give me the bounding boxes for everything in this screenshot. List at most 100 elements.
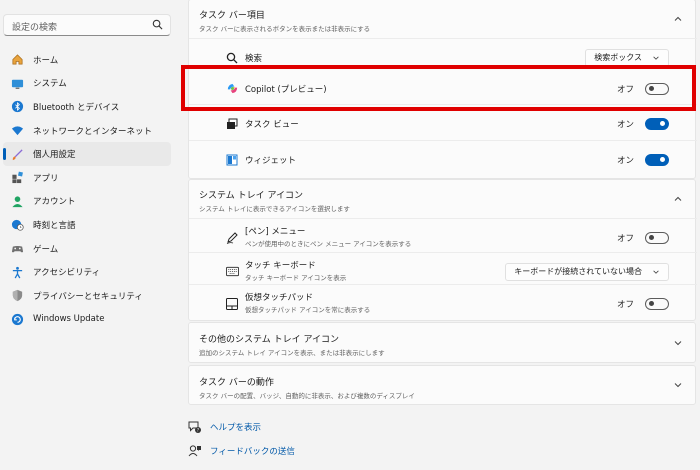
sidebar-item-label: ネットワークとインターネット bbox=[33, 126, 153, 137]
section-title: タスク バーの動作 bbox=[199, 378, 274, 388]
widgets-row: ウィジェット オン bbox=[189, 140, 697, 178]
touchpad-toggle-group: オフ bbox=[616, 297, 669, 310]
pen-toggle-group: オフ bbox=[617, 231, 669, 244]
toggle-state-text: オン bbox=[616, 119, 634, 130]
touch-keyboard-label: タッチ キーボード bbox=[245, 261, 316, 271]
taskview-label: タスク ビュー bbox=[245, 119, 299, 130]
keyboard-icon bbox=[225, 265, 239, 279]
sidebar-nav: ホーム システム Bluetooth とデバイス ネットワークとインターネット … bbox=[3, 48, 171, 331]
touch-keyboard-description: タッチ キーボード アイコンを表示 bbox=[245, 274, 347, 282]
sidebar-item-label: Bluetooth とデバイス bbox=[33, 102, 120, 113]
chevron-down-icon bbox=[674, 383, 682, 388]
sidebar: 設定の検索 ホーム システム Bluetooth とデバイス ネットワークとイン… bbox=[0, 0, 180, 470]
pen-icon bbox=[225, 231, 239, 245]
globe-clock-icon bbox=[10, 218, 24, 232]
search-placeholder: 設定の検索 bbox=[12, 23, 58, 33]
toggle-state-text: オン bbox=[616, 155, 634, 166]
system-tray-header[interactable]: システム トレイ アイコン システム トレイに表示できるアイコンを選択します bbox=[189, 180, 695, 218]
search-label: 検索 bbox=[245, 53, 263, 64]
wifi-icon bbox=[10, 124, 24, 138]
chevron-up-icon bbox=[674, 196, 682, 201]
dropdown-value: キーボードが接続されていない場合 bbox=[514, 267, 642, 276]
update-icon bbox=[10, 312, 24, 326]
taskbar-behaviors-section[interactable]: タスク バーの動作 タスク バーの配置、バッジ、自動的に非表示、および複数のディ… bbox=[188, 365, 696, 405]
feedback-icon bbox=[188, 445, 201, 457]
virtual-touchpad-toggle[interactable] bbox=[645, 297, 669, 310]
taskbar-items-header[interactable]: タスク バー項目 タスク バーに表示されるボタンを表示または非表示にする bbox=[189, 0, 695, 38]
other-tray-icons-section[interactable]: その他のシステム トレイ アイコン 追加のシステム トレイ アイコンを表示、また… bbox=[188, 322, 696, 363]
search-mode-dropdown[interactable]: 検索ボックス bbox=[585, 48, 669, 67]
section-subtitle: タスク バーに表示されるボタンを表示または非表示にする bbox=[199, 25, 371, 33]
sidebar-item-privacy[interactable]: プライバシーとセキュリティ bbox=[3, 284, 171, 308]
sidebar-item-label: プライバシーとセキュリティ bbox=[33, 291, 143, 302]
toggle-state-text: オフ bbox=[616, 299, 634, 310]
virtual-touchpad-row: 仮想タッチパッド 仮想タッチパッド アイコンを常に表示する オフ bbox=[189, 284, 697, 322]
monitor-icon bbox=[10, 76, 24, 90]
chevron-down-icon bbox=[653, 270, 659, 274]
search-icon bbox=[152, 19, 163, 30]
pen-menu-description: ペンが使用中のときにペン メニュー アイコンを表示する bbox=[245, 240, 412, 248]
widgets-label: ウィジェット bbox=[245, 155, 297, 166]
get-help-link[interactable]: ? ヘルプを表示 bbox=[188, 420, 261, 434]
sidebar-item-label: アプリ bbox=[33, 173, 59, 184]
section-title: システム トレイ アイコン bbox=[199, 191, 304, 201]
widgets-toggle[interactable] bbox=[645, 153, 669, 166]
pen-menu-toggle[interactable] bbox=[645, 231, 669, 244]
active-indicator bbox=[3, 148, 6, 161]
system-tray-section: システム トレイ アイコン システム トレイに表示できるアイコンを選択します [… bbox=[188, 179, 697, 322]
send-feedback-link[interactable]: フィードバックの送信 bbox=[188, 444, 295, 458]
sidebar-item-personalization[interactable]: 個人用設定 bbox=[3, 142, 171, 166]
other-tray-icons-header: その他のシステム トレイ アイコン 追加のシステム トレイ アイコンを表示、また… bbox=[189, 323, 695, 365]
help-icon: ? bbox=[188, 421, 201, 434]
copilot-highlight-box bbox=[181, 65, 696, 111]
dropdown-value: 検索ボックス bbox=[594, 53, 642, 62]
sidebar-item-time-language[interactable]: 時刻と言語 bbox=[3, 213, 171, 237]
shield-icon bbox=[10, 289, 24, 303]
bluetooth-icon bbox=[10, 100, 24, 114]
home-icon bbox=[10, 53, 24, 67]
sidebar-item-label: ホーム bbox=[33, 55, 59, 66]
link-label: ヘルプを表示 bbox=[210, 423, 262, 433]
touchpad-icon bbox=[225, 297, 239, 311]
apps-icon bbox=[10, 171, 24, 185]
brush-icon bbox=[10, 147, 24, 161]
taskview-icon bbox=[225, 117, 239, 131]
gamepad-icon bbox=[10, 242, 24, 256]
taskview-toggle[interactable] bbox=[645, 117, 669, 130]
sidebar-item-label: アクセシビリティ bbox=[33, 268, 101, 279]
section-subtitle: タスク バーの配置、バッジ、自動的に非表示、および複数のディスプレイ bbox=[199, 392, 415, 400]
sidebar-item-label: Windows Update bbox=[33, 314, 105, 325]
sidebar-item-bluetooth[interactable]: Bluetooth とデバイス bbox=[3, 95, 171, 119]
section-subtitle: 追加のシステム トレイ アイコンを表示、または非表示にします bbox=[199, 349, 385, 357]
sidebar-item-label: 個人用設定 bbox=[33, 150, 76, 161]
section-title: タスク バー項目 bbox=[199, 11, 265, 21]
search-icon bbox=[225, 51, 239, 65]
pen-menu-label: [ペン] メニュー bbox=[245, 227, 306, 237]
sidebar-item-home[interactable]: ホーム bbox=[3, 48, 171, 72]
settings-search-input[interactable]: 設定の検索 bbox=[3, 14, 171, 36]
virtual-touchpad-description: 仮想タッチパッド アイコンを常に表示する bbox=[245, 306, 371, 314]
taskbar-behaviors-header: タスク バーの動作 タスク バーの配置、バッジ、自動的に非表示、および複数のディ… bbox=[189, 366, 695, 408]
sidebar-item-accounts[interactable]: アカウント bbox=[3, 190, 171, 214]
link-label: フィードバックの送信 bbox=[210, 447, 295, 457]
chevron-down-icon bbox=[674, 340, 682, 345]
pen-menu-row: [ペン] メニュー ペンが使用中のときにペン メニュー アイコンを表示する オフ bbox=[189, 218, 697, 256]
taskview-toggle-group: オン bbox=[616, 117, 669, 130]
sidebar-item-label: 時刻と言語 bbox=[33, 220, 76, 231]
sidebar-item-gaming[interactable]: ゲーム bbox=[3, 237, 171, 261]
virtual-touchpad-label: 仮想タッチパッド bbox=[245, 293, 314, 303]
section-subtitle: システム トレイに表示できるアイコンを選択します bbox=[199, 205, 350, 213]
sidebar-item-label: ゲーム bbox=[33, 244, 59, 255]
accessibility-icon bbox=[10, 265, 24, 279]
sidebar-item-label: システム bbox=[33, 79, 67, 90]
chevron-up-icon bbox=[674, 16, 682, 21]
touch-keyboard-dropdown[interactable]: キーボードが接続されていない場合 bbox=[505, 262, 669, 281]
sidebar-item-network[interactable]: ネットワークとインターネット bbox=[3, 119, 171, 143]
sidebar-item-apps[interactable]: アプリ bbox=[3, 166, 171, 190]
sidebar-item-windows-update[interactable]: Windows Update bbox=[3, 308, 171, 332]
person-icon bbox=[10, 194, 24, 208]
sidebar-item-system[interactable]: システム bbox=[3, 72, 171, 96]
widgets-toggle-group: オン bbox=[616, 153, 669, 166]
sidebar-item-accessibility[interactable]: アクセシビリティ bbox=[3, 260, 171, 284]
widgets-icon bbox=[225, 153, 239, 167]
